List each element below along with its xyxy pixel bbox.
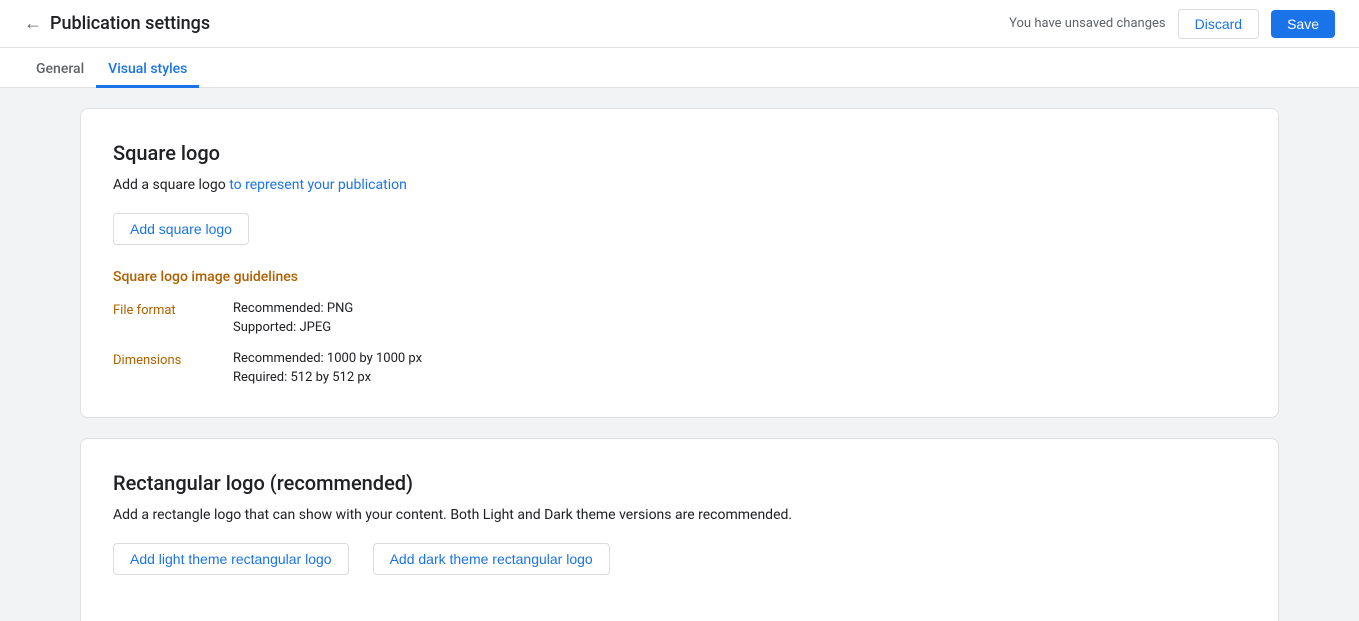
header-left: ← Publication settings [24, 13, 210, 34]
add-dark-theme-logo-button[interactable]: Add dark theme rectangular logo [373, 543, 610, 575]
add-square-logo-button-wrapper: Add square logo [113, 213, 1246, 269]
guideline-value-recommended-dim: Recommended: 1000 by 1000 px [233, 351, 422, 366]
guideline-values-file-format: Recommended: PNG Supported: JPEG [233, 301, 353, 335]
main-content: Square logo Add a square logo to represe… [0, 88, 1359, 621]
square-logo-card: Square logo Add a square logo to represe… [80, 108, 1279, 418]
add-light-theme-logo-button[interactable]: Add light theme rectangular logo [113, 543, 349, 575]
guideline-value-jpeg: Supported: JPEG [233, 320, 353, 335]
tab-visual-styles[interactable]: Visual styles [96, 53, 199, 88]
square-logo-guidelines: File format Recommended: PNG Supported: … [113, 301, 1246, 385]
square-logo-description-link[interactable]: to represent your publication [229, 177, 407, 193]
back-arrow-icon[interactable]: ← [24, 13, 42, 34]
tab-general[interactable]: General [24, 53, 96, 88]
rectangular-logo-title: Rectangular logo (recommended) [113, 471, 1246, 495]
guideline-row-dimensions: Dimensions Recommended: 1000 by 1000 px … [113, 351, 1246, 385]
rectangular-logo-description: Add a rectangle logo that can show with … [113, 507, 1246, 523]
rectangular-logo-card: Rectangular logo (recommended) Add a rec… [80, 438, 1279, 621]
square-logo-title: Square logo [113, 141, 1246, 165]
unsaved-changes-text: You have unsaved changes [1009, 16, 1165, 31]
square-logo-guidelines-title: Square logo image guidelines [113, 269, 1246, 285]
guideline-label-file-format: File format [113, 301, 233, 335]
guideline-value-required-dim: Required: 512 by 512 px [233, 370, 422, 385]
add-square-logo-button[interactable]: Add square logo [113, 213, 249, 245]
page-title: Publication settings [50, 13, 210, 34]
rectangular-logo-buttons: Add light theme rectangular logo Add dar… [113, 543, 1246, 599]
square-logo-description: Add a square logo to represent your publ… [113, 177, 1246, 193]
tabs-bar: General Visual styles [0, 48, 1359, 88]
save-button[interactable]: Save [1271, 10, 1335, 38]
header: ← Publication settings You have unsaved … [0, 0, 1359, 48]
guideline-row-file-format: File format Recommended: PNG Supported: … [113, 301, 1246, 335]
square-logo-description-plain: Add a square logo [113, 177, 229, 193]
guideline-values-dimensions: Recommended: 1000 by 1000 px Required: 5… [233, 351, 422, 385]
discard-button[interactable]: Discard [1178, 9, 1259, 39]
guideline-label-dimensions: Dimensions [113, 351, 233, 385]
header-right: You have unsaved changes Discard Save [1009, 9, 1335, 39]
guideline-value-png: Recommended: PNG [233, 301, 353, 316]
